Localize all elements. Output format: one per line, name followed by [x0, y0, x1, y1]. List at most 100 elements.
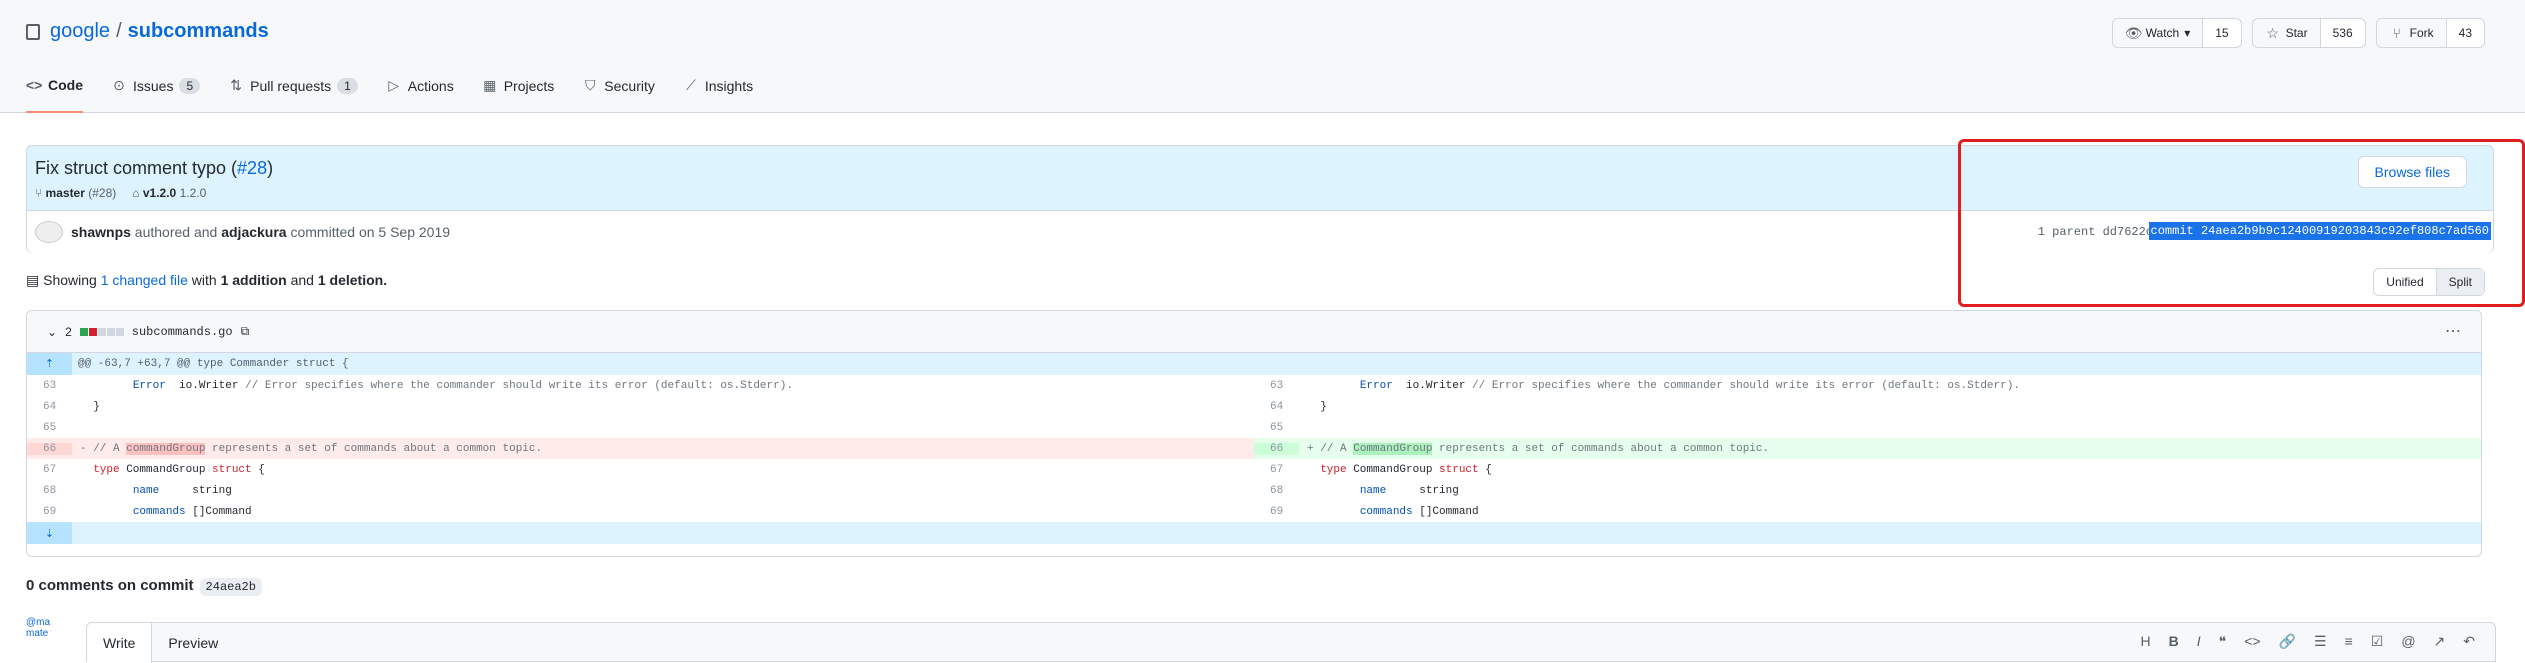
watch-count[interactable]: 15 [2202, 19, 2241, 47]
diff-line: 69 commands []Command [1270, 505, 1479, 518]
reply-icon[interactable]: ↶ [2463, 633, 2475, 650]
repo-owner-link[interactable]: google [50, 20, 110, 43]
tab-write[interactable]: Write [87, 623, 153, 663]
tab-label: Code [48, 76, 83, 93]
diff-line-deleted: 66- // A commandGroup represents a set o… [27, 438, 1254, 459]
repo-name-link[interactable]: subcommands [128, 20, 269, 43]
diff-line: 63 Error io.Writer // Error specifies wh… [43, 379, 793, 392]
repo-tabs: <> Code ⊙ Issues 5 ⇅ Pull requests 1 ▷ Actions… [26, 70, 753, 113]
bold-icon[interactable]: B [2169, 633, 2179, 650]
hunk-footer: ⇣ [27, 522, 2481, 544]
heading-icon[interactable]: H [2141, 633, 2151, 650]
tab-label: Issues [133, 77, 174, 94]
branch-pr[interactable]: (#28) [88, 186, 116, 200]
repo-title: google / subcommands [26, 20, 269, 43]
hunk-header: ⇡ @@ -63,7 +63,7 @@ type Commander struc… [27, 353, 2481, 375]
diff-right: 63 Error io.Writer // Error specifies wh… [1254, 375, 2481, 522]
tab-actions[interactable]: ▷ Actions [386, 70, 453, 113]
task-list-icon[interactable]: ☑ [2371, 633, 2384, 650]
committed-text: committed on 5 Sep 2019 [290, 224, 451, 240]
tag-name[interactable]: v1.2.0 [143, 186, 176, 200]
branch-name[interactable]: master [46, 186, 85, 200]
tab-projects[interactable]: ▦ Projects [482, 70, 555, 113]
tab-label: Security [604, 77, 655, 94]
comments-header: 0 comments on commit 24aea2b [26, 577, 262, 596]
code-icon: <> [26, 76, 43, 93]
fork-button[interactable]: ⑂ Fork 43 [2375, 18, 2485, 48]
comments-label: 0 comments on commit [26, 577, 194, 594]
avatar[interactable]: @ma mate [26, 617, 60, 659]
summary-and: and [290, 272, 314, 288]
unified-button[interactable]: Unified [2374, 269, 2435, 295]
fork-icon: ⑂ [2392, 25, 2401, 41]
diff-line: 67 type CommandGroup struct { [43, 463, 265, 476]
watch-label: Watch [2145, 26, 2180, 40]
eye-icon: 👁 [2124, 24, 2143, 41]
kebab-menu-icon[interactable]: ⋯ [2445, 321, 2461, 341]
tab-preview[interactable]: Preview [152, 623, 234, 663]
quote-icon[interactable]: ❝ [2219, 633, 2227, 650]
diff-summary: ▤ Showing 1 changed file with 1 addition… [26, 272, 387, 289]
tab-security[interactable]: ⛉ Security [582, 70, 655, 113]
diff-line: 64 } [43, 400, 100, 413]
summary-with: with [191, 272, 217, 288]
diff-line: 67 type CommandGroup struct { [1270, 463, 1492, 476]
unordered-list-icon[interactable]: ☰ [2314, 633, 2327, 650]
tab-label: Projects [503, 77, 555, 94]
summary-prefix: Showing [43, 272, 97, 288]
file-name[interactable]: subcommands.go [132, 325, 233, 339]
ordered-list-icon[interactable]: ≡ [2345, 633, 2353, 650]
tab-pull-requests[interactable]: ⇅ Pull requests 1 [228, 70, 358, 113]
changed-files-link[interactable]: 1 changed file [101, 272, 188, 288]
star-icon: ☆ [2266, 24, 2279, 41]
pr-icon: ⇅ [230, 77, 243, 93]
play-icon: ▷ [388, 77, 400, 93]
code-icon[interactable]: <> [2244, 633, 2260, 650]
split-button[interactable]: Split [2435, 269, 2484, 295]
watch-button[interactable]: 👁 Watch ▾ 15 [2111, 18, 2242, 48]
tab-issues[interactable]: ⊙ Issues 5 [111, 70, 201, 113]
expand-up-icon[interactable]: ⇡ [27, 353, 72, 375]
repo-actions: 👁 Watch ▾ 15 ☆ Star 536 ⑂ Fork 43 [2111, 18, 2485, 48]
diff-line: 68 name string [1270, 484, 1459, 497]
link-icon[interactable]: 🔗 [2279, 633, 2296, 650]
star-label: Star [2285, 26, 2308, 40]
commit-pr-link[interactable]: #28 [237, 158, 267, 178]
comments-sha[interactable]: 24aea2b [199, 578, 262, 596]
file-diff: ⌄ 2 subcommands.go ⧉ ⋯ ⇡ @@ -63,7 +63,7 … [26, 310, 2482, 557]
tab-code[interactable]: <> Code [26, 70, 83, 113]
expand-down-icon[interactable]: ⇣ [27, 522, 72, 544]
shield-icon: ⛉ [585, 77, 596, 93]
commit-title-end: ) [267, 158, 274, 178]
commit-meta: ⑂ master (#28) ⌂ v1.2.0 1.2.0 [35, 186, 206, 200]
tab-insights[interactable]: ⟋ Insights [683, 70, 753, 113]
tag-name-2[interactable]: 1.2.0 [180, 186, 207, 200]
mention-icon[interactable]: @ [2401, 633, 2415, 650]
additions-count: 1 addition [220, 272, 287, 288]
project-icon: ▦ [483, 77, 497, 93]
comment-editor: Write Preview H B I ❝ <> 🔗 ☰ ≡ ☑ @ ↗ ↶ [86, 622, 2496, 663]
diff-line: 68 name string [43, 484, 232, 497]
star-button[interactable]: ☆ Star 536 [2251, 18, 2366, 48]
committer-link[interactable]: adjackura [221, 224, 286, 240]
chevron-down-icon[interactable]: ⌄ [47, 325, 57, 339]
caret-down-icon: ▾ [2184, 26, 2191, 40]
reference-icon[interactable]: ↗ [2434, 633, 2446, 650]
diff-count: 2 [65, 324, 72, 339]
fork-count[interactable]: 43 [2445, 19, 2484, 47]
diff-line-added: 66 + // A CommandGroup represents a set o… [1254, 438, 2481, 459]
file-diff-icon: ▤ [26, 272, 44, 288]
graph-icon: ⟋ [685, 77, 696, 93]
diff-line: 69 commands []Command [43, 505, 252, 518]
commit-title: Fix struct comment typo (#28) [35, 158, 273, 179]
repo-icon [26, 23, 40, 40]
author-link[interactable]: shawnps [71, 224, 131, 240]
tab-label: Pull requests [250, 77, 332, 94]
copy-icon[interactable]: ⧉ [241, 324, 250, 339]
diff-left: 63 Error io.Writer // Error specifies wh… [27, 375, 1254, 522]
avatar[interactable] [35, 221, 63, 243]
italic-icon[interactable]: I [2197, 633, 2201, 650]
diffstat [79, 327, 124, 336]
star-count[interactable]: 536 [2319, 19, 2365, 47]
hunk-text: @@ -63,7 +63,7 @@ type Commander struct … [78, 358, 349, 370]
